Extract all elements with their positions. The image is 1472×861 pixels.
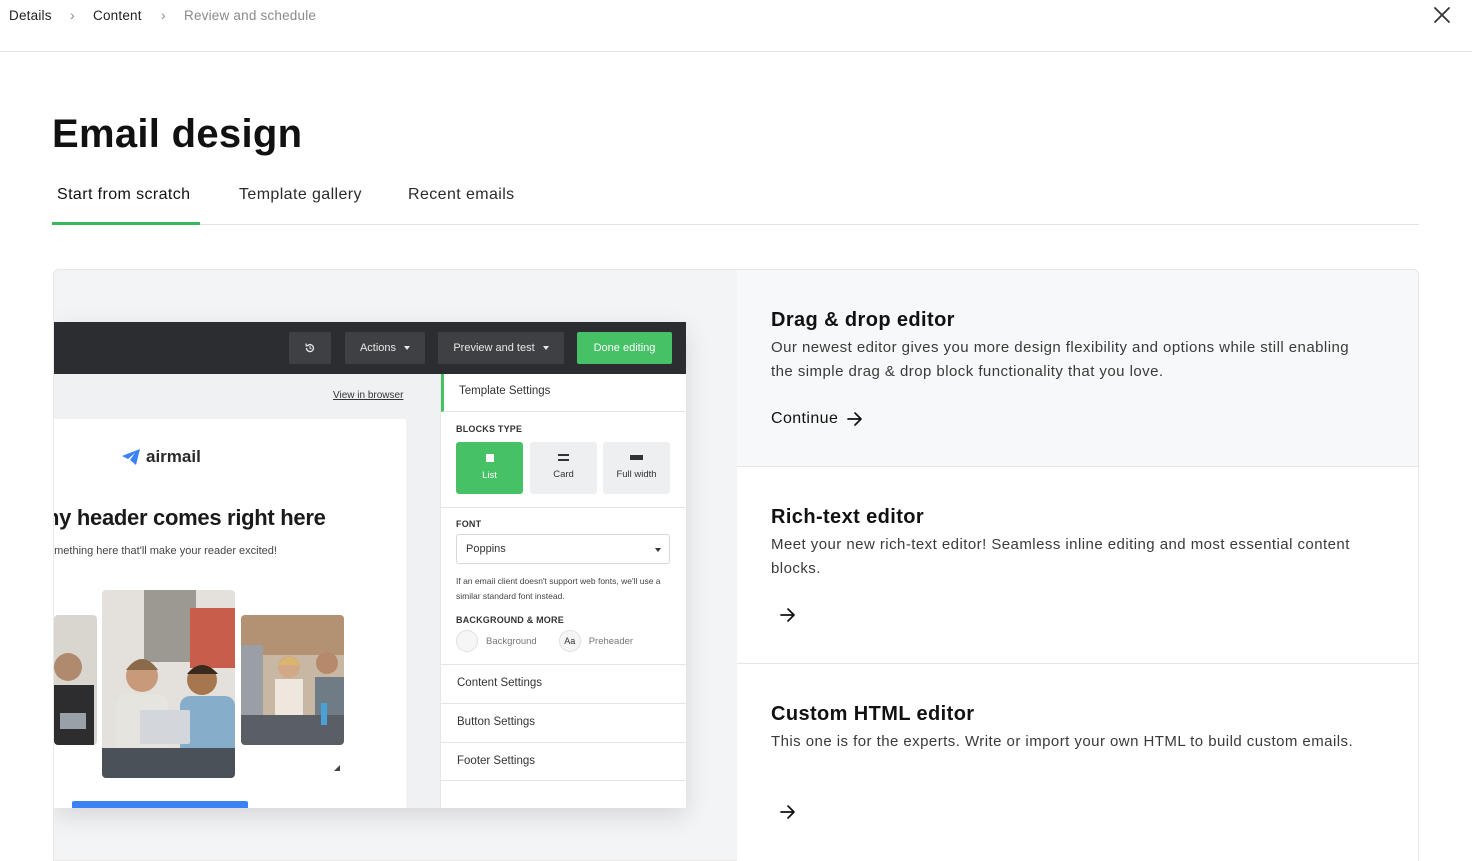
font-note: If an email client doesn't support web f… (456, 576, 661, 601)
chevron-right-icon: › (161, 7, 166, 23)
option-rich-text-editor[interactable]: Rich-text editor Meet your new rich-text… (737, 466, 1419, 664)
background-label: BACKGROUND & MORE (456, 615, 564, 625)
breadcrumb-item-content[interactable]: Content (93, 8, 142, 23)
caret-down-icon (655, 548, 661, 552)
tab-divider (52, 224, 1419, 225)
font-select: Poppins (456, 534, 670, 564)
button-settings-row: Button Settings (441, 703, 687, 742)
mock-done-button: Done editing (577, 332, 672, 364)
content-settings-row: Content Settings (441, 664, 687, 703)
font-select-value: Poppins (466, 543, 506, 555)
caret-down-icon (404, 346, 411, 350)
template-settings-header: Template Settings (441, 374, 687, 412)
arrow-right-icon (847, 412, 863, 426)
mock-preview-label: Preview and test (453, 342, 535, 354)
block-type-full-width: Full width (603, 442, 670, 494)
editor-preview: Actions Preview and test Done editing Vi… (53, 269, 737, 861)
background-swatch (456, 630, 478, 652)
font-label: FONT (456, 519, 482, 529)
view-in-browser-link: View in browser (333, 390, 404, 401)
logo-text: airmail (146, 447, 201, 466)
blocks-type-label: BLOCKS TYPE (456, 424, 523, 434)
option-title: Drag & drop editor (771, 309, 955, 331)
mock-toolbar: Actions Preview and test Done editing (54, 322, 686, 374)
footer-settings-row: Footer Settings (441, 742, 687, 781)
page-title: Email design (52, 112, 303, 156)
option-description: Our newest editor gives you more design … (771, 339, 1350, 380)
tab-template-gallery[interactable]: Template gallery (239, 186, 362, 204)
history-icon (289, 332, 331, 364)
airmail-logo: airmail (122, 447, 201, 467)
arrow-right-icon (780, 805, 795, 819)
photo-group (102, 590, 235, 778)
close-icon[interactable] (1432, 5, 1452, 25)
mock-settings-panel: Template Settings BLOCKS TYPE List Card … (440, 374, 687, 808)
photo-person-left (54, 615, 97, 745)
photo-office (241, 615, 344, 745)
block-type-list: List (456, 442, 523, 494)
continue-link[interactable] (771, 607, 797, 623)
option-title: Custom HTML editor (771, 703, 975, 725)
mock-email-canvas: View in browser airmail ny header comes … (54, 374, 440, 808)
continue-link[interactable]: Continue (771, 410, 864, 428)
background-swatch-label: Background (486, 635, 537, 647)
arrow-right-icon (780, 608, 795, 622)
preheader-badge: Aa (564, 636, 576, 646)
editor-mockup: Actions Preview and test Done editing Vi… (54, 322, 687, 808)
block-type-card: Card (530, 442, 597, 494)
divider (441, 507, 687, 508)
breadcrumb-item-details[interactable]: Details (9, 8, 52, 23)
tab-recent-emails[interactable]: Recent emails (408, 186, 515, 204)
preheader-swatch-label: Preheader (588, 635, 634, 647)
top-bar: Details › Content › Review and schedule (0, 0, 1472, 52)
active-tab-indicator (52, 222, 200, 225)
option-title: Rich-text editor (771, 506, 925, 528)
option-custom-html-editor[interactable]: Custom HTML editor This one is for the e… (737, 663, 1419, 861)
option-drag-drop-editor[interactable]: Drag & drop editor Our newest editor giv… (737, 269, 1419, 467)
background-row: Background Aa Preheader (456, 630, 633, 652)
mock-email-body: airmail ny header comes right here ometh… (54, 419, 406, 808)
full-width-icon (630, 455, 643, 460)
tab-start-from-scratch[interactable]: Start from scratch (57, 186, 190, 204)
preheader-swatch: Aa (558, 630, 581, 652)
resize-handle-icon (334, 765, 340, 771)
mock-done-label: Done editing (593, 342, 656, 354)
email-header: ny header comes right here (54, 505, 326, 530)
mock-actions-label: Actions (359, 342, 397, 354)
square-icon (485, 454, 494, 462)
block-type-full-width-label: Full width (616, 469, 657, 480)
paper-plane-icon (122, 449, 140, 465)
option-description: Meet your new rich-text editor! Seamless… (771, 536, 1350, 577)
block-type-list-label: List (482, 470, 497, 481)
chevron-right-icon: › (70, 7, 75, 23)
continue-link[interactable] (771, 804, 797, 820)
block-type-card-label: Card (553, 469, 574, 480)
email-subtext: omething here that'll make your reader e… (54, 545, 277, 557)
breadcrumb-item-review[interactable]: Review and schedule (184, 8, 316, 23)
mock-actions-button: Actions (345, 332, 425, 364)
option-description: This one is for the experts. Write or im… (771, 733, 1354, 750)
continue-label: Continue (771, 410, 839, 427)
mock-preview-button: Preview and test (438, 332, 564, 364)
caret-down-icon (542, 346, 549, 350)
card-icon (558, 454, 569, 461)
mock-email-button (72, 801, 248, 808)
